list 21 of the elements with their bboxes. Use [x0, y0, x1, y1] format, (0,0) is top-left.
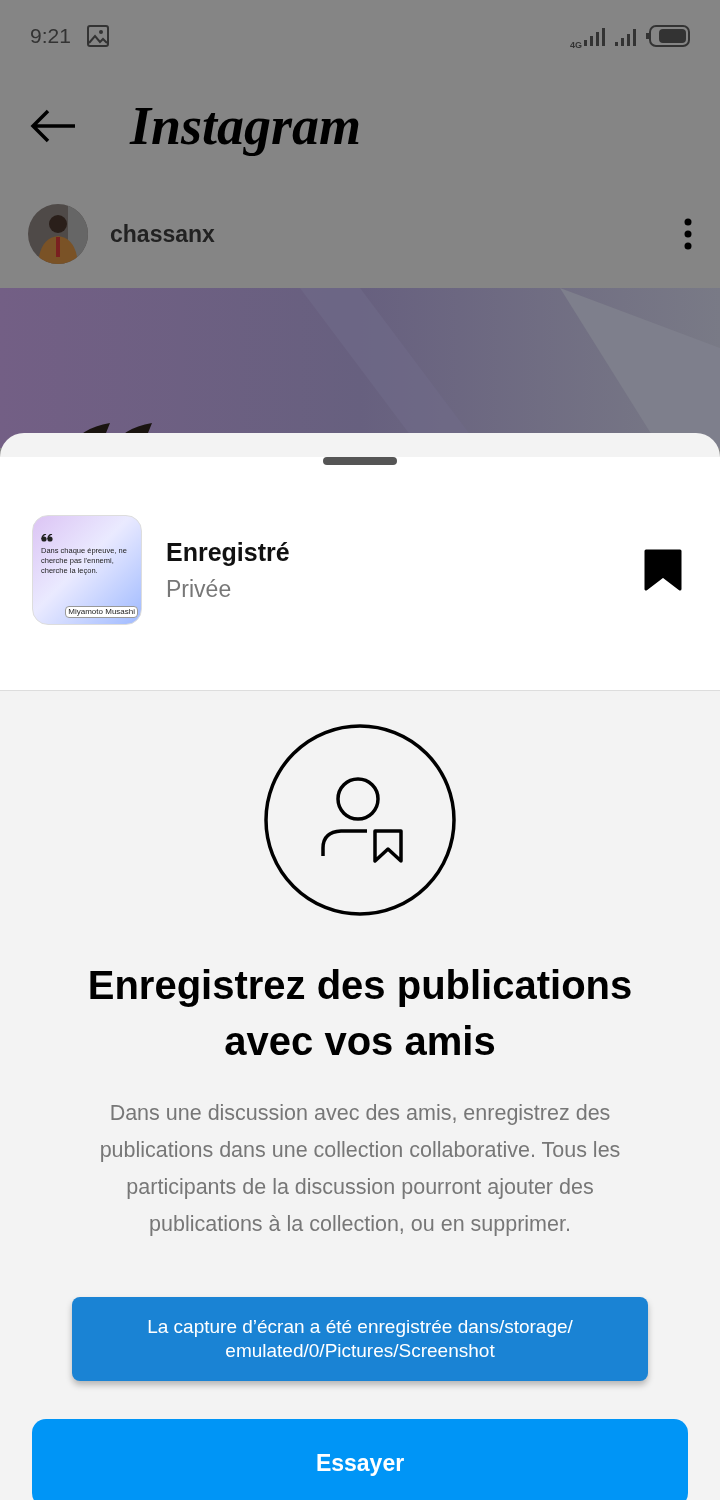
- image-icon: [86, 25, 109, 47]
- heading: Enregistrez des publications avec vos amis: [86, 962, 634, 1065]
- drag-handle[interactable]: [323, 457, 397, 465]
- battery-icon: [646, 25, 690, 47]
- description: Dans une discussion avec des amis, enregistrez des publications dans une collection collaborative. Tous les participants de la discussion pourront ajouter des publications à la collection, ou en supprimer.: [98, 1100, 622, 1238]
- app-logo: Instagram: [130, 94, 362, 158]
- quote-mark-icon: [41, 534, 53, 542]
- collection-name: Enregistré: [166, 537, 290, 568]
- back-icon[interactable]: [30, 109, 76, 143]
- toast-message: La capture d’écran a été enregistrée dans/storage/ emulated/0/Pictures/Screenshot: [72, 1297, 648, 1381]
- person-bookmark-icon: [263, 723, 457, 917]
- signal-icon: [614, 26, 638, 46]
- username: chassanx: [110, 219, 215, 249]
- collection-privacy: Privée: [166, 574, 233, 604]
- author-tag: Miyamoto Musashi: [65, 606, 138, 618]
- signal-icon: [582, 26, 606, 46]
- try-button[interactable]: Essayer: [32, 1419, 688, 1500]
- more-icon[interactable]: [684, 218, 692, 250]
- bookmark-icon[interactable]: [644, 549, 682, 591]
- status-time: 9:21: [30, 23, 71, 50]
- network-label: 4G: [570, 39, 582, 53]
